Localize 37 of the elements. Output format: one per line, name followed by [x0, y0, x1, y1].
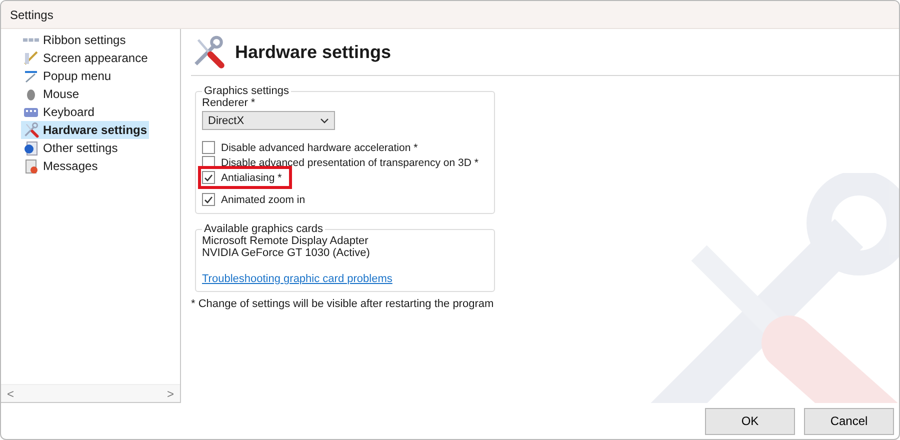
checkbox-option[interactable]: Animated zoom in [202, 192, 306, 207]
sidebar-item[interactable]: Hardware settings [21, 121, 150, 139]
highlighted-option[interactable]: Antialiasing * [202, 170, 288, 185]
graphics-card-name: NVIDIA GeForce GT 1030 (Active) [202, 247, 371, 259]
sidebar-item[interactable]: Popup menu [21, 67, 114, 85]
checkbox[interactable] [202, 141, 215, 154]
page-title: Hardware settings [235, 42, 392, 62]
checkbox-option[interactable]: Disable advanced hardware acceleration * [202, 140, 418, 155]
tools-icon [23, 122, 39, 138]
palette-icon [23, 50, 39, 66]
checkbox[interactable] [202, 171, 215, 184]
sidebar-item[interactable]: Mouse [21, 85, 82, 103]
window-title: Settings [10, 8, 54, 22]
sidebar-item[interactable]: Messages [21, 157, 100, 175]
checkbox-option[interactable]: Disable advanced presentation of transparency on 3D * [202, 155, 478, 170]
group-legend: Graphics settings [202, 85, 291, 97]
troubleshooting-link[interactable]: Troubleshooting graphic card problems [202, 273, 392, 285]
renderer-dropdown[interactable]: DirectX [202, 111, 335, 130]
chevron-down-icon [320, 118, 329, 124]
group-legend: Available graphics cards [202, 223, 326, 235]
ok-button[interactable]: OK [705, 408, 795, 434]
clipboard-icon [23, 158, 39, 174]
scroll-right-arrow[interactable]: > [166, 386, 174, 400]
ribbon-icon [23, 38, 39, 42]
sidebar-item[interactable]: Screen appearance [21, 49, 150, 67]
sidebar-item[interactable]: Keyboard [21, 103, 96, 121]
footnote: * Change of settings will be visible after restarting the program [191, 298, 495, 310]
field-label: Renderer * [202, 97, 256, 109]
graphics-card-name: Microsoft Remote Display Adapter [202, 235, 370, 247]
scrollbar[interactable]: < > [1, 384, 180, 402]
menu-icon [23, 68, 39, 84]
sidebar-item[interactable]: Other settings [21, 139, 120, 157]
sidebar-item[interactable]: Ribbon settings [21, 31, 128, 49]
cancel-button[interactable]: Cancel [804, 408, 894, 434]
scroll-left-arrow[interactable]: < [7, 386, 14, 400]
checkbox[interactable] [202, 193, 215, 206]
document-question-icon [23, 140, 39, 156]
